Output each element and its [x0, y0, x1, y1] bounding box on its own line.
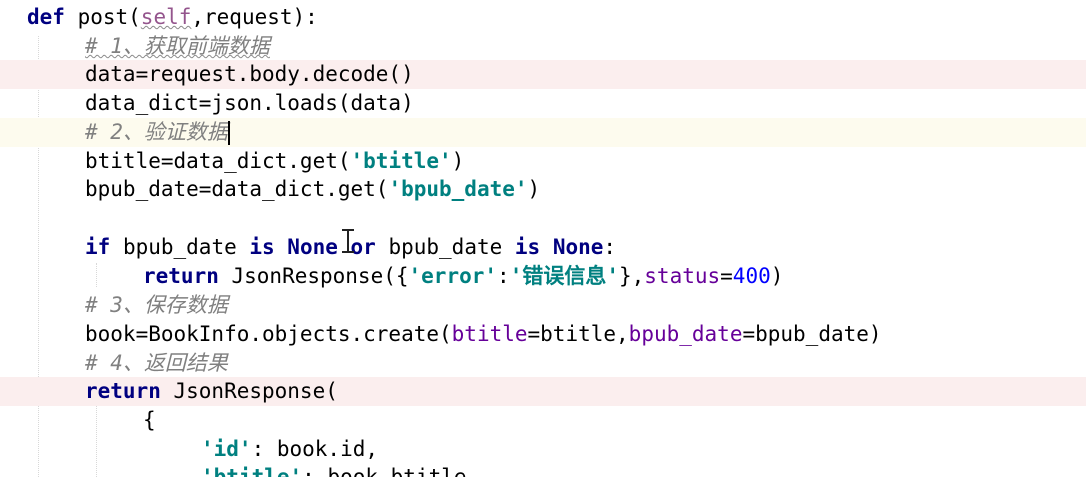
keyword-argument: status: [644, 264, 721, 288]
code-line: data=request.body.decode(): [0, 60, 1086, 89]
code-line: return JsonResponse(: [0, 377, 1086, 406]
code-text: post(: [64, 5, 141, 29]
text-caret: [227, 121, 230, 145]
code-text: :: [497, 264, 510, 288]
code-text: bpub_date: [110, 235, 250, 259]
code-text: data_dict=json.loads(data): [85, 91, 414, 115]
comment: # 4、返回结果: [85, 351, 228, 375]
code-text: =: [720, 264, 733, 288]
ibeam-cursor-icon: [341, 228, 355, 254]
code-line: 'id': book.id,: [0, 435, 1086, 464]
keyword: def: [27, 5, 65, 29]
code-line: return JsonResponse({'error':'错误信息'},sta…: [0, 262, 1086, 291]
comment-line: # 4、返回结果: [0, 349, 1086, 378]
code-text: :: [603, 235, 617, 259]
code-text: bpub_date: [375, 235, 515, 259]
code-line: 'btitle': book.btitle,: [0, 463, 1086, 477]
keyword-argument: btitle: [451, 322, 528, 346]
comment-line: # 1、获取前端数据: [0, 32, 1086, 61]
code-text: ,request):: [191, 5, 318, 29]
code-text: : book.id,: [251, 437, 379, 461]
comment: # 2、验证数据: [85, 120, 228, 144]
code-text: =bpub_date): [742, 322, 882, 346]
code-line: def post(self,request):: [0, 3, 1086, 32]
number-literal: 400: [732, 264, 771, 288]
string-literal: 'id': [201, 437, 252, 461]
code-line: bpub_date=data_dict.get('bpub_date'): [0, 175, 1086, 204]
code-text: },: [618, 264, 645, 288]
keyword: return: [85, 379, 161, 403]
keyword: if: [85, 235, 111, 259]
code-line: data_dict=json.loads(data): [0, 89, 1086, 118]
string-literal: 'error': [408, 264, 498, 288]
code-text: bpub_date=data_dict.get(: [85, 177, 389, 201]
code-line: {: [0, 406, 1086, 435]
comment: # 3、保存数据: [85, 293, 228, 317]
string-literal: 'bpub_date': [388, 177, 528, 201]
code-text: =btitle,: [527, 322, 629, 346]
code-text: btitle=data_dict.get(: [85, 149, 351, 173]
code-line: btitle=data_dict.get('btitle'): [0, 147, 1086, 176]
code-line: if bpub_date is None or bpub_date is Non…: [0, 233, 1086, 262]
keyword: is None: [514, 235, 604, 259]
self-param: self: [140, 5, 192, 29]
current-line: # 2、验证数据: [0, 118, 1086, 147]
code-line: book=BookInfo.objects.create(btitle=btit…: [0, 320, 1086, 349]
keyword: is None or: [249, 235, 376, 259]
code-text: JsonResponse(: [160, 379, 338, 403]
code-text: data=request.body.decode(): [85, 62, 414, 86]
code-text: ): [527, 177, 541, 201]
comment: # 1、获取前端数据: [85, 34, 270, 58]
comment-line: # 3、保存数据: [0, 291, 1086, 320]
code-text: JsonResponse({: [218, 264, 409, 288]
keyword-argument: bpub_date: [628, 322, 743, 346]
code-editor[interactable]: def post(self,request): # 1、获取前端数据 data=…: [0, 0, 1086, 477]
keyword: return: [143, 264, 219, 288]
code-text: ): [770, 264, 784, 288]
string-literal: '错误信息': [509, 264, 619, 288]
code-text: : book.btitle,: [302, 465, 480, 477]
code-text: {: [143, 408, 156, 432]
string-literal: 'btitle': [201, 465, 303, 477]
code-text: book=BookInfo.objects.create(: [85, 322, 452, 346]
string-literal: 'btitle': [350, 149, 452, 173]
code-text: ): [451, 149, 465, 173]
